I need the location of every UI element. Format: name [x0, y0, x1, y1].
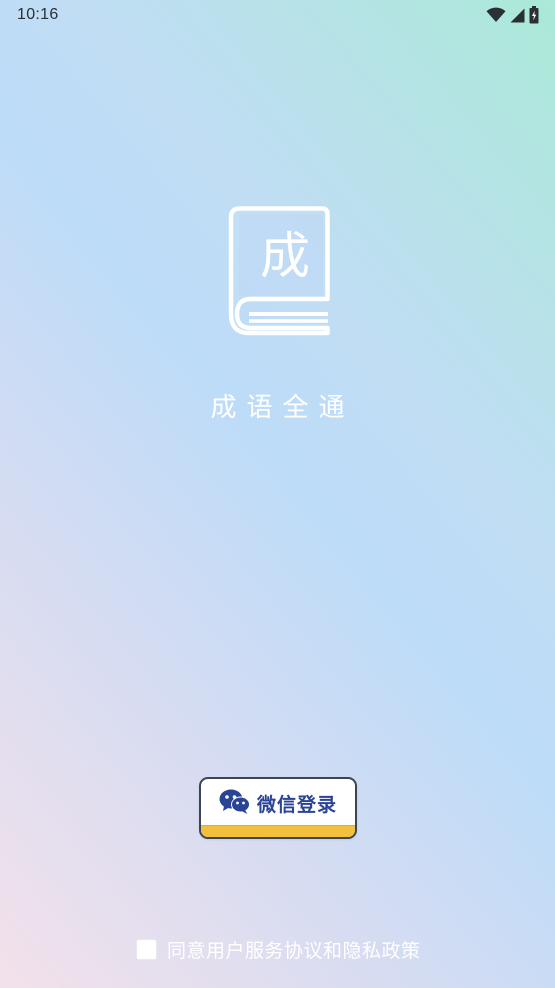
agreement-row: 同意用户服务协议和隐私政策: [136, 936, 421, 963]
app-logo: 成: [227, 206, 333, 336]
status-time: 10:16: [17, 6, 59, 23]
agreement-text[interactable]: 同意用户服务协议和隐私政策: [167, 936, 421, 963]
status-icons: [486, 6, 539, 24]
wechat-login-face: 微信登录: [201, 779, 355, 825]
app-title: 成语全通: [210, 393, 355, 423]
wechat-login-label: 微信登录: [256, 793, 337, 816]
wechat-icon: [219, 788, 251, 819]
cell-signal-icon: [510, 8, 525, 23]
wifi-icon: [486, 7, 506, 23]
battery-charging-icon: [529, 6, 539, 24]
logo-glyph: 成: [260, 227, 310, 285]
status-bar: 10:16: [0, 0, 555, 32]
wechat-login-button[interactable]: 微信登录: [199, 777, 357, 839]
wechat-login-base: [201, 825, 355, 837]
agreement-checkbox[interactable]: [136, 938, 157, 960]
